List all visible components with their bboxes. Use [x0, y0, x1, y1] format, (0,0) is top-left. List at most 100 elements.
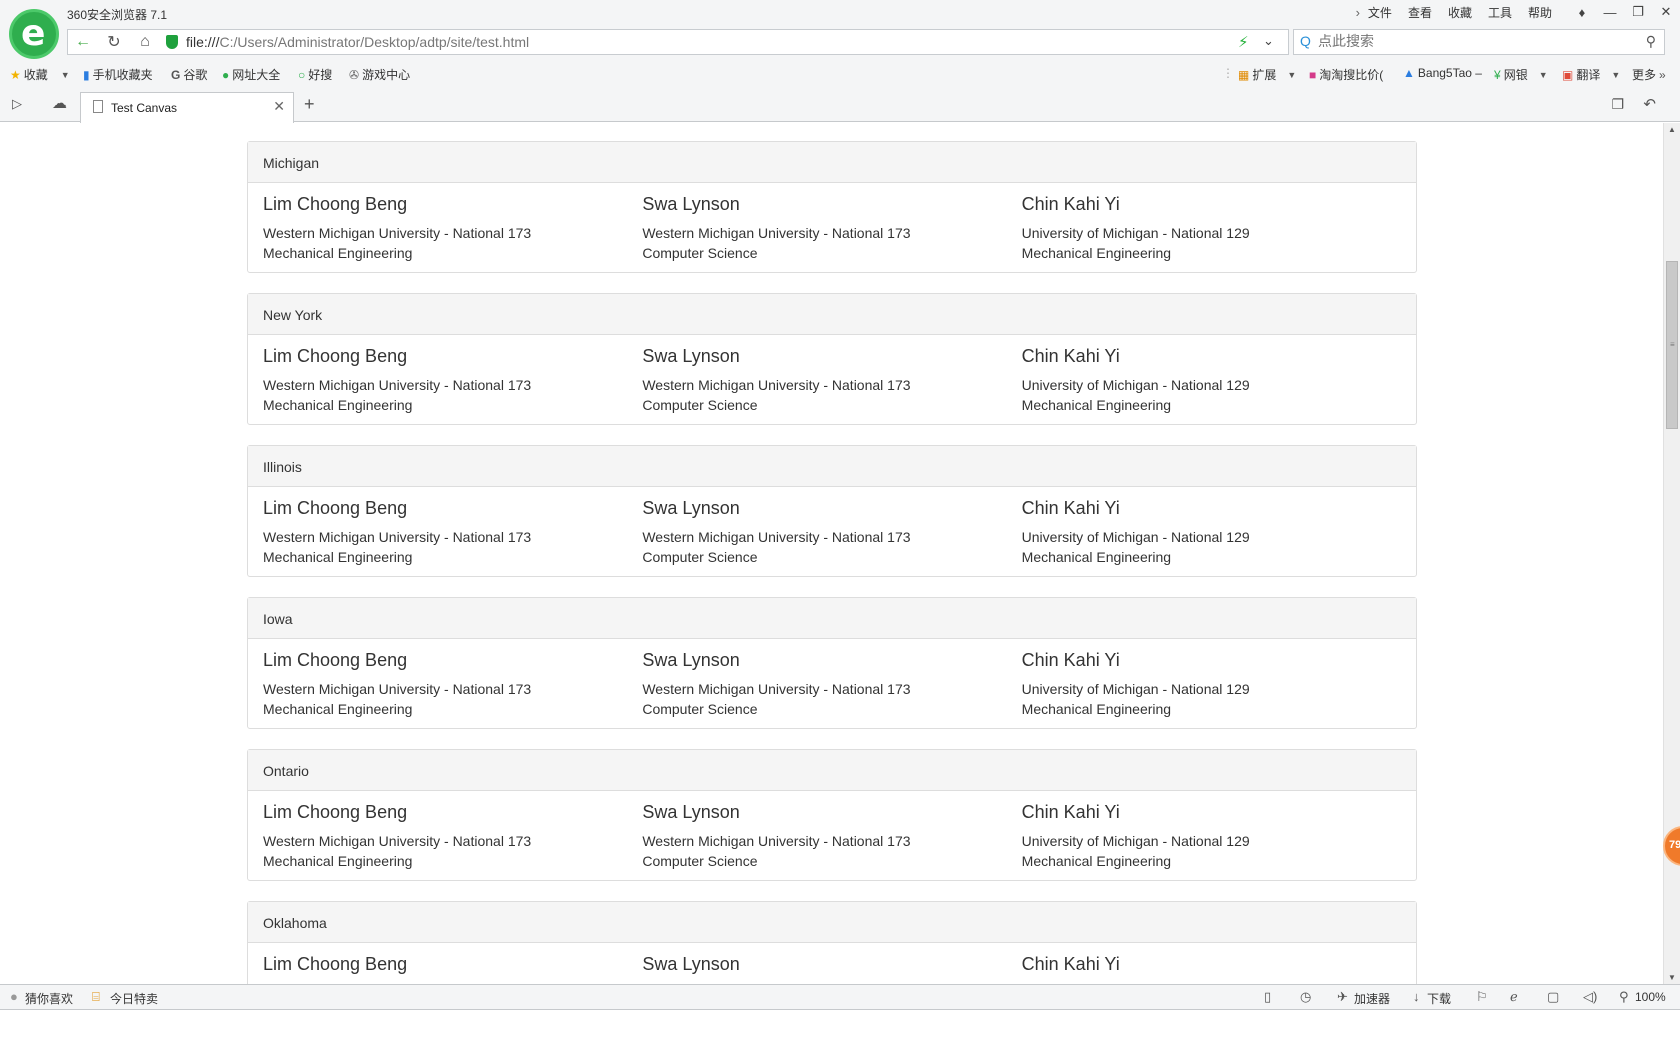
scroll-down-arrow-icon[interactable]: ▼	[1668, 973, 1676, 982]
bang5tao-icon: ▲	[1403, 66, 1415, 80]
person-card: Swa Lynson Western Michigan University - …	[642, 801, 1021, 871]
undo-close-tab-icon[interactable]: ↶	[1643, 95, 1656, 113]
gamepad-icon: ✇	[349, 67, 360, 82]
menu-expand-icon[interactable]: ›	[1356, 5, 1360, 20]
region-panel: Ontario Lim Choong Beng Western Michigan U…	[247, 749, 1417, 881]
zoom-icon[interactable]: ⚲	[1619, 989, 1629, 1005]
close-tab-icon[interactable]: ✕	[273, 98, 285, 115]
rocket-icon[interactable]: ✈	[1337, 989, 1348, 1005]
menu-favorites[interactable]: 收藏	[1448, 4, 1472, 21]
maximize-button[interactable]: ❐	[1624, 1, 1652, 23]
menu-file[interactable]: 文件	[1368, 4, 1392, 21]
tab-list-icon[interactable]: ❐	[1611, 96, 1624, 113]
bookmark-bang5tao[interactable]: ▲ Bang5Tao –	[1403, 66, 1482, 80]
bookmark-hao360[interactable]: ● 网址大全	[222, 66, 280, 83]
person-name: Chin Kahi Yi	[1021, 650, 1120, 670]
new-tab-button[interactable]: +	[304, 94, 315, 115]
chevron-down-icon[interactable]: ▼	[1611, 70, 1620, 80]
panel-body: Lim Choong BengWestern Michigan Universi…	[248, 943, 1416, 984]
tab-title: Test Canvas	[111, 101, 178, 115]
person-school: Western Michigan University - National 1…	[263, 833, 532, 849]
search-icon[interactable]: ⚲	[1646, 33, 1656, 50]
bookmark-online-bank[interactable]: ¥ 网银 ▼	[1494, 66, 1548, 83]
search-input[interactable]	[1318, 33, 1618, 49]
url-text[interactable]: file:///C:/Users/Administrator/Desktop/a…	[186, 34, 529, 50]
person-major: Mechanical Engineering	[1021, 701, 1172, 717]
zoom-level[interactable]: 100%	[1635, 990, 1666, 1004]
sidebar-toggle-icon[interactable]: ▷	[12, 96, 22, 112]
person-name: Swa Lynson	[642, 954, 740, 974]
search-box[interactable]: Q ⚲	[1293, 29, 1665, 55]
person-card: Lim Choong Beng Western Michigan Universi…	[263, 193, 642, 263]
person-name: Swa Lynson	[642, 802, 740, 822]
panel-body: Lim Choong BengWestern Michigan Universi…	[248, 487, 1416, 577]
panel-body: Lim Choong Beng Western Michigan Universi…	[248, 335, 1416, 425]
refresh-icon[interactable]: ↻	[99, 30, 129, 54]
google-icon: G	[171, 67, 181, 82]
minimize-button[interactable]: —	[1596, 1, 1624, 23]
bookmark-haosou[interactable]: ○ 好搜	[298, 66, 332, 83]
person-school: Western Michigan University - National 1…	[642, 833, 911, 849]
download-button[interactable]: 下载	[1427, 990, 1451, 1007]
chevron-down-icon[interactable]: ▼	[1287, 70, 1296, 80]
scrollbar-thumb[interactable]: ≡	[1666, 261, 1678, 429]
cloud-icon[interactable]: ☁	[52, 94, 67, 112]
search-engine-icon[interactable]: Q	[1300, 33, 1311, 49]
menu-tools[interactable]: 工具	[1488, 4, 1512, 21]
more-bookmarks-button[interactable]: 更多»	[1632, 66, 1666, 83]
region-panel: New York Lim Choong Beng Western Michigan …	[247, 293, 1417, 425]
person-card: Chin Kahi Yi University of Michigan - Nat…	[1022, 649, 1401, 719]
tab-test-canvas[interactable]: Test Canvas ✕	[80, 92, 294, 123]
bookmark-google[interactable]: G 谷歌	[171, 66, 207, 83]
guess-you-like-link[interactable]: 猜你喜欢	[25, 990, 73, 1007]
address-bar[interactable]: ← ↻ ⌂ file:///C:/Users/Administrator/Des…	[67, 29, 1289, 55]
browser-logo-icon[interactable]: e	[9, 9, 59, 59]
scroll-up-arrow-icon[interactable]: ▲	[1668, 125, 1676, 134]
bookmark-taotaosou[interactable]: ■ 淘淘搜比价(	[1309, 66, 1383, 83]
security-shield-icon[interactable]	[166, 35, 178, 49]
daily-deals-link[interactable]: 今日特卖	[110, 990, 158, 1007]
person-school: Western Michigan University - National 1…	[642, 377, 911, 393]
person-name: Lim Choong Beng	[263, 346, 408, 366]
person-name: Chin Kahi Yi	[1021, 802, 1120, 822]
home-icon[interactable]: ⌂	[130, 30, 160, 54]
bookmark-games[interactable]: ✇ 游戏中心	[349, 66, 410, 83]
person-card: Chin Kahi YiUniversity of Michigan - Nat…	[1022, 953, 1401, 984]
person-school: Western Michigan University - National 1…	[263, 225, 532, 241]
sound-icon[interactable]: ◁)	[1583, 989, 1597, 1005]
person-major: Mechanical Engineering	[1021, 397, 1172, 413]
person-school: University of Michigan - National 129	[1021, 681, 1250, 697]
accelerator-button[interactable]: 加速器	[1354, 990, 1390, 1007]
flag-icon[interactable]: ⚐	[1476, 989, 1488, 1005]
download-arrow-icon[interactable]: ↓	[1413, 989, 1420, 1004]
chevron-down-icon[interactable]: ▼	[1539, 70, 1548, 80]
grip-icon: ≡	[1670, 340, 1675, 349]
person-school: University of Michigan - National 129	[1021, 529, 1250, 545]
dot-icon: ●	[10, 989, 18, 1004]
region-panel: Michigan Lim Choong Beng Western Michigan …	[247, 141, 1417, 273]
e-icon: ●	[222, 67, 230, 82]
close-window-button[interactable]: ✕	[1652, 1, 1680, 23]
skin-icon[interactable]: ♦	[1568, 1, 1596, 23]
back-arrow-icon[interactable]: ←	[68, 30, 98, 54]
mobile-icon[interactable]: ▯	[1264, 989, 1271, 1005]
chevron-down-icon[interactable]: ▼	[61, 70, 70, 80]
bookmark-label: 好搜	[308, 68, 333, 82]
bookmark-label: 翻译	[1576, 68, 1601, 82]
clock-icon[interactable]: ◷	[1300, 989, 1311, 1005]
bookmark-favorites[interactable]: ★ 收藏 ▼	[10, 66, 70, 83]
bookmark-separator: ⋮	[1222, 66, 1234, 80]
window-icon[interactable]: ▢	[1547, 989, 1559, 1005]
menu-view[interactable]: 查看	[1408, 4, 1432, 21]
bookmark-label: 更多	[1632, 68, 1657, 82]
extensions-button[interactable]: ▦ 扩展 ▼	[1238, 66, 1296, 83]
address-dropdown-icon[interactable]: ⌄	[1263, 33, 1274, 49]
bookmark-translate[interactable]: ▣ 翻译 ▼	[1562, 66, 1620, 83]
speed-mode-icon[interactable]: ⚡	[1238, 33, 1249, 51]
bookmark-label: 游戏中心	[362, 68, 411, 82]
bookmark-mobile-favorites[interactable]: ▮ 手机收藏夹	[83, 66, 153, 83]
ie-icon[interactable]: ℯ	[1510, 989, 1518, 1005]
panel-heading: Ontario	[248, 750, 1416, 791]
panel-heading: Iowa	[248, 598, 1416, 639]
menu-help[interactable]: 帮助	[1528, 4, 1552, 21]
